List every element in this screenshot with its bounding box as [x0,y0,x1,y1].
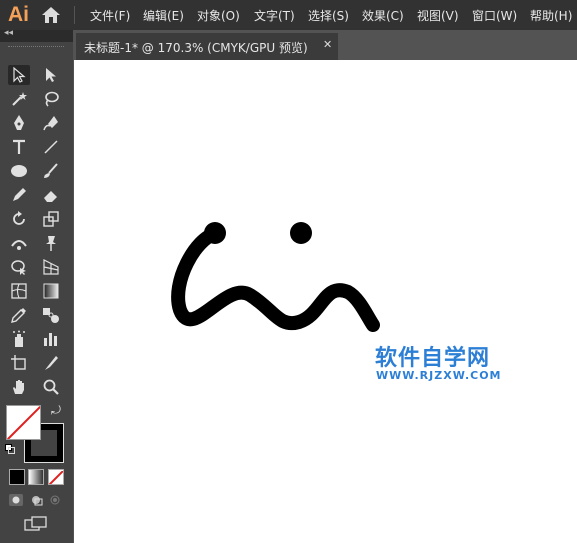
collapse-panel-icon[interactable]: ◂◂ [4,28,13,38]
pencil-tool-icon[interactable] [8,185,30,205]
pen-tool-icon[interactable] [8,113,30,133]
fill-stroke-widget: ⤾ [5,403,67,463]
curvature-tool-icon[interactable] [40,113,62,133]
symbol-sprayer-tool-icon[interactable] [8,329,30,349]
ellipse-tool-icon[interactable] [8,161,30,181]
paintbrush-tool-icon[interactable] [40,161,62,181]
draw-behind-icon[interactable] [29,494,43,506]
app-logo: Ai [8,3,29,26]
artboard-canvas[interactable]: 软件自学网 WWW.RJZXW.COM [74,60,577,543]
blend-tool-icon[interactable] [40,305,62,325]
draw-normal-icon[interactable] [9,494,23,506]
menu-select[interactable]: 选择(S) [308,7,349,24]
fill-swatch-none[interactable] [6,405,41,440]
menu-effect[interactable]: 效果(C) [362,7,404,24]
magic-wand-tool-icon[interactable] [8,89,30,109]
slice-tool-icon[interactable] [40,353,62,373]
shape-builder-tool-icon[interactable] [8,257,30,277]
tools-panel: ⤾ [0,42,73,543]
column-graph-tool-icon[interactable] [40,329,62,349]
menu-help[interactable]: 帮助(H) [530,7,572,24]
scale-tool-icon[interactable] [40,209,62,229]
eyedropper-tool-icon[interactable] [8,305,30,325]
dot-left [204,222,226,244]
menu-separator [74,6,75,24]
gradient-tool-icon[interactable] [40,281,62,301]
zoom-tool-icon[interactable] [40,377,62,397]
type-tool-icon[interactable] [8,137,30,157]
menu-file[interactable]: 文件(F) [90,7,130,24]
menu-bar: Ai 文件(F) 编辑(E) 对象(O) 文字(T) 选择(S) 效果(C) 视… [0,0,577,30]
rotate-tool-icon[interactable] [8,209,30,229]
line-segment-tool-icon[interactable] [40,137,62,157]
artwork[interactable] [74,60,577,543]
toolbar-grip[interactable] [8,46,64,49]
document-tab-title: 未标题-1* @ 170.3% (CMYK/GPU 预览) [84,41,308,55]
width-tool-icon[interactable] [8,233,30,253]
stroke-path [171,227,380,332]
watermark-name: 软件自学网 [375,346,491,371]
color-mode-button[interactable] [9,469,25,485]
perspective-grid-tool-icon[interactable] [40,257,62,277]
document-tab-strip: 未标题-1* @ 170.3% (CMYK/GPU 预览) ✕ [73,30,577,60]
selection-tool-icon[interactable] [8,65,30,85]
menu-object[interactable]: 对象(O) [197,7,240,24]
puppet-warp-tool-icon[interactable] [40,233,62,253]
none-mode-button[interactable] [48,469,64,485]
change-screen-mode-icon[interactable] [24,516,48,532]
home-icon[interactable] [40,5,62,25]
eraser-tool-icon[interactable] [40,185,62,205]
document-tab[interactable]: 未标题-1* @ 170.3% (CMYK/GPU 预览) ✕ [76,33,338,60]
menu-edit[interactable]: 编辑(E) [143,7,184,24]
default-fill-stroke-icon[interactable] [5,444,15,454]
lasso-tool-icon[interactable] [40,89,62,109]
toolbar-header: ◂◂ [0,28,73,42]
menu-type[interactable]: 文字(T) [254,7,295,24]
menu-view[interactable]: 视图(V) [417,7,459,24]
watermark-url: WWW.RJZXW.COM [376,369,502,382]
swap-fill-stroke-icon[interactable]: ⤾ [51,403,61,418]
close-tab-icon[interactable]: ✕ [323,38,332,51]
artboard-tool-icon[interactable] [8,353,30,373]
gradient-mode-button[interactable] [28,469,44,485]
hand-tool-icon[interactable] [8,377,30,397]
dot-right [290,222,312,244]
draw-inside-icon[interactable] [48,494,62,506]
mesh-tool-icon[interactable] [8,281,30,301]
direct-selection-tool-icon[interactable] [40,65,62,85]
menu-window[interactable]: 窗口(W) [472,7,517,24]
